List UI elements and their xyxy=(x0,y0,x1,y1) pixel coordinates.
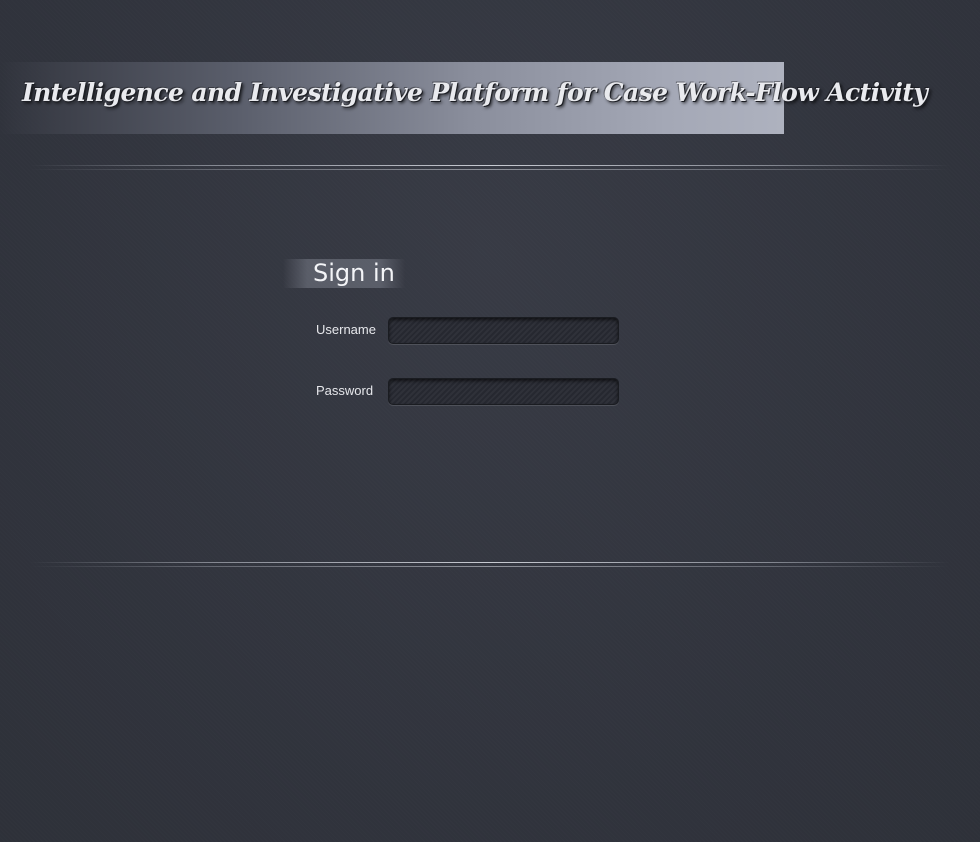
app-title: Intelligence and Investigative Platform … xyxy=(22,78,928,107)
signin-heading: Sign in xyxy=(313,259,395,287)
username-input[interactable] xyxy=(388,317,619,344)
top-divider xyxy=(30,165,950,171)
bottom-divider xyxy=(30,562,950,568)
signin-heading-bar: Sign in xyxy=(283,259,405,288)
password-label: Password xyxy=(316,383,374,398)
password-input[interactable] xyxy=(388,378,619,405)
header-banner: Intelligence and Investigative Platform … xyxy=(0,62,928,134)
username-label: Username xyxy=(316,322,376,337)
